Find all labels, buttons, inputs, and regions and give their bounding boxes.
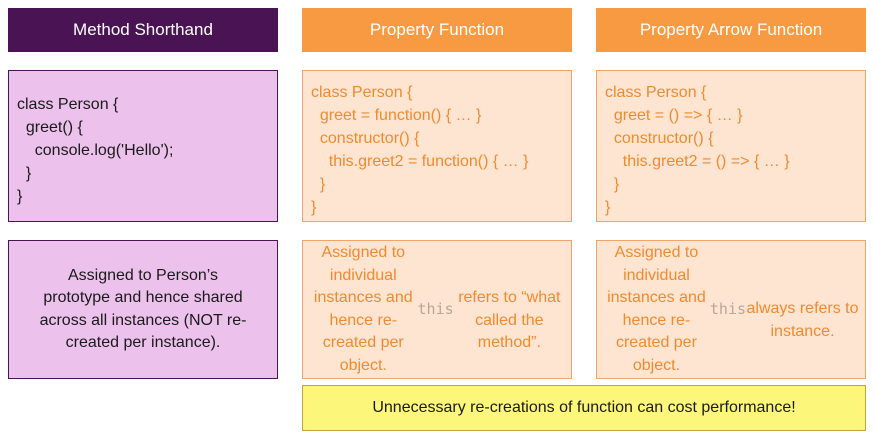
header-property-function: Property Function xyxy=(302,8,572,52)
desc-line: created per instance). xyxy=(65,334,221,351)
header-method-shorthand: Method Shorthand xyxy=(8,8,278,52)
desc-line: across all instances (NOT re- xyxy=(39,311,247,329)
this-keyword: this xyxy=(417,300,454,319)
header-property-arrow-function: Property Arrow Function xyxy=(596,8,866,52)
desc-text: always refers to instance. xyxy=(746,300,859,340)
desc-property-function: Assigned to individual instances and hen… xyxy=(302,240,572,379)
code-property-arrow-function: class Person { greet = () => { … } const… xyxy=(596,70,866,222)
code-property-function: class Person { greet = function() { … } … xyxy=(302,70,572,222)
desc-line: Assigned to Person’s xyxy=(67,266,218,284)
desc-method-shorthand: Assigned to Person’s prototype and hence… xyxy=(8,240,278,379)
desc-line: prototype and hence shared xyxy=(43,289,243,306)
desc-property-arrow-function: Assigned to individual instances and hen… xyxy=(596,240,866,379)
this-keyword: this xyxy=(709,300,747,319)
desc-text: refers to “what called the method”. xyxy=(458,289,561,351)
performance-note: Unnecessary re-creations of function can… xyxy=(302,385,866,431)
code-method-shorthand: class Person { greet() { console.log('He… xyxy=(8,70,278,222)
desc-text: Assigned to individual instances and hen… xyxy=(313,244,413,374)
desc-text: Assigned to individual instances and hen… xyxy=(607,244,706,374)
